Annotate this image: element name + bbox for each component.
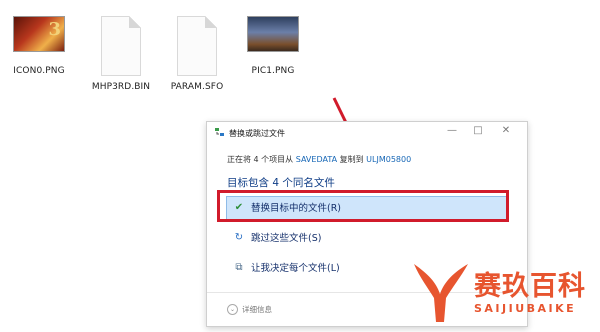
option-label: 跳过这些文件(S) [251,233,322,244]
brand-watermark: 赛玖百科 SAIJIUBAIKE [410,258,596,328]
file-name: PARAM.SFO [170,82,224,92]
status-prefix: 正在将 4 个项目从 [227,155,294,164]
maximize-icon[interactable]: □ [469,125,487,136]
destination-folder-link[interactable]: ULJM05800 [366,155,411,164]
close-icon[interactable]: ✕ [497,125,515,136]
status-middle: 复制到 [339,155,364,164]
dialog-title: 替换或跳过文件 [229,129,285,138]
copy-arrows-icon [215,128,224,136]
file-pic1[interactable]: PIC1.PNG [234,16,312,76]
file-name: MHP3RD.BIN [91,82,151,92]
file-name: PIC1.PNG [251,66,295,76]
source-folder-link[interactable]: SAVEDATA [296,155,337,164]
skip-icon: ↻ [234,231,244,243]
check-icon: ✔ [234,201,244,213]
details-label: 详细信息 [242,305,272,314]
file-mhp3rd-bin[interactable]: MHP3RD.BIN [82,16,160,92]
whale-tail-logo-icon [414,264,468,322]
image-thumbnail-icon [247,16,299,52]
option-label: 让我决定每个文件(L) [251,263,340,274]
dialog-headline: 目标包含 4 个同名文件 [227,177,335,189]
skip-files-option[interactable]: ↻ 跳过这些文件(S) [221,224,509,250]
brand-name: 赛玖百科 [474,271,586,302]
decide-icon: ⧉ [235,261,243,273]
chevron-down-icon: ⌄ [227,304,238,315]
minimize-icon[interactable]: — [443,125,461,136]
copy-status-line: 正在将 4 个项目从 SAVEDATA 复制到 ULJM05800 [227,154,411,165]
file-param-sfo[interactable]: PARAM.SFO [158,16,236,92]
dialog-titlebar: 替换或跳过文件 — □ ✕ [207,122,527,142]
more-details-toggle[interactable]: ⌄ 详细信息 [227,304,272,315]
image-thumbnail-icon: 3 [13,16,65,52]
file-icon0[interactable]: 3 ICON0.PNG [0,16,78,76]
document-icon [101,16,141,76]
file-name: ICON0.PNG [13,66,65,76]
document-icon [177,16,217,76]
brand-subname: SAIJIUBAIKE [474,302,577,315]
option-label: 替换目标中的文件(R) [251,203,342,214]
